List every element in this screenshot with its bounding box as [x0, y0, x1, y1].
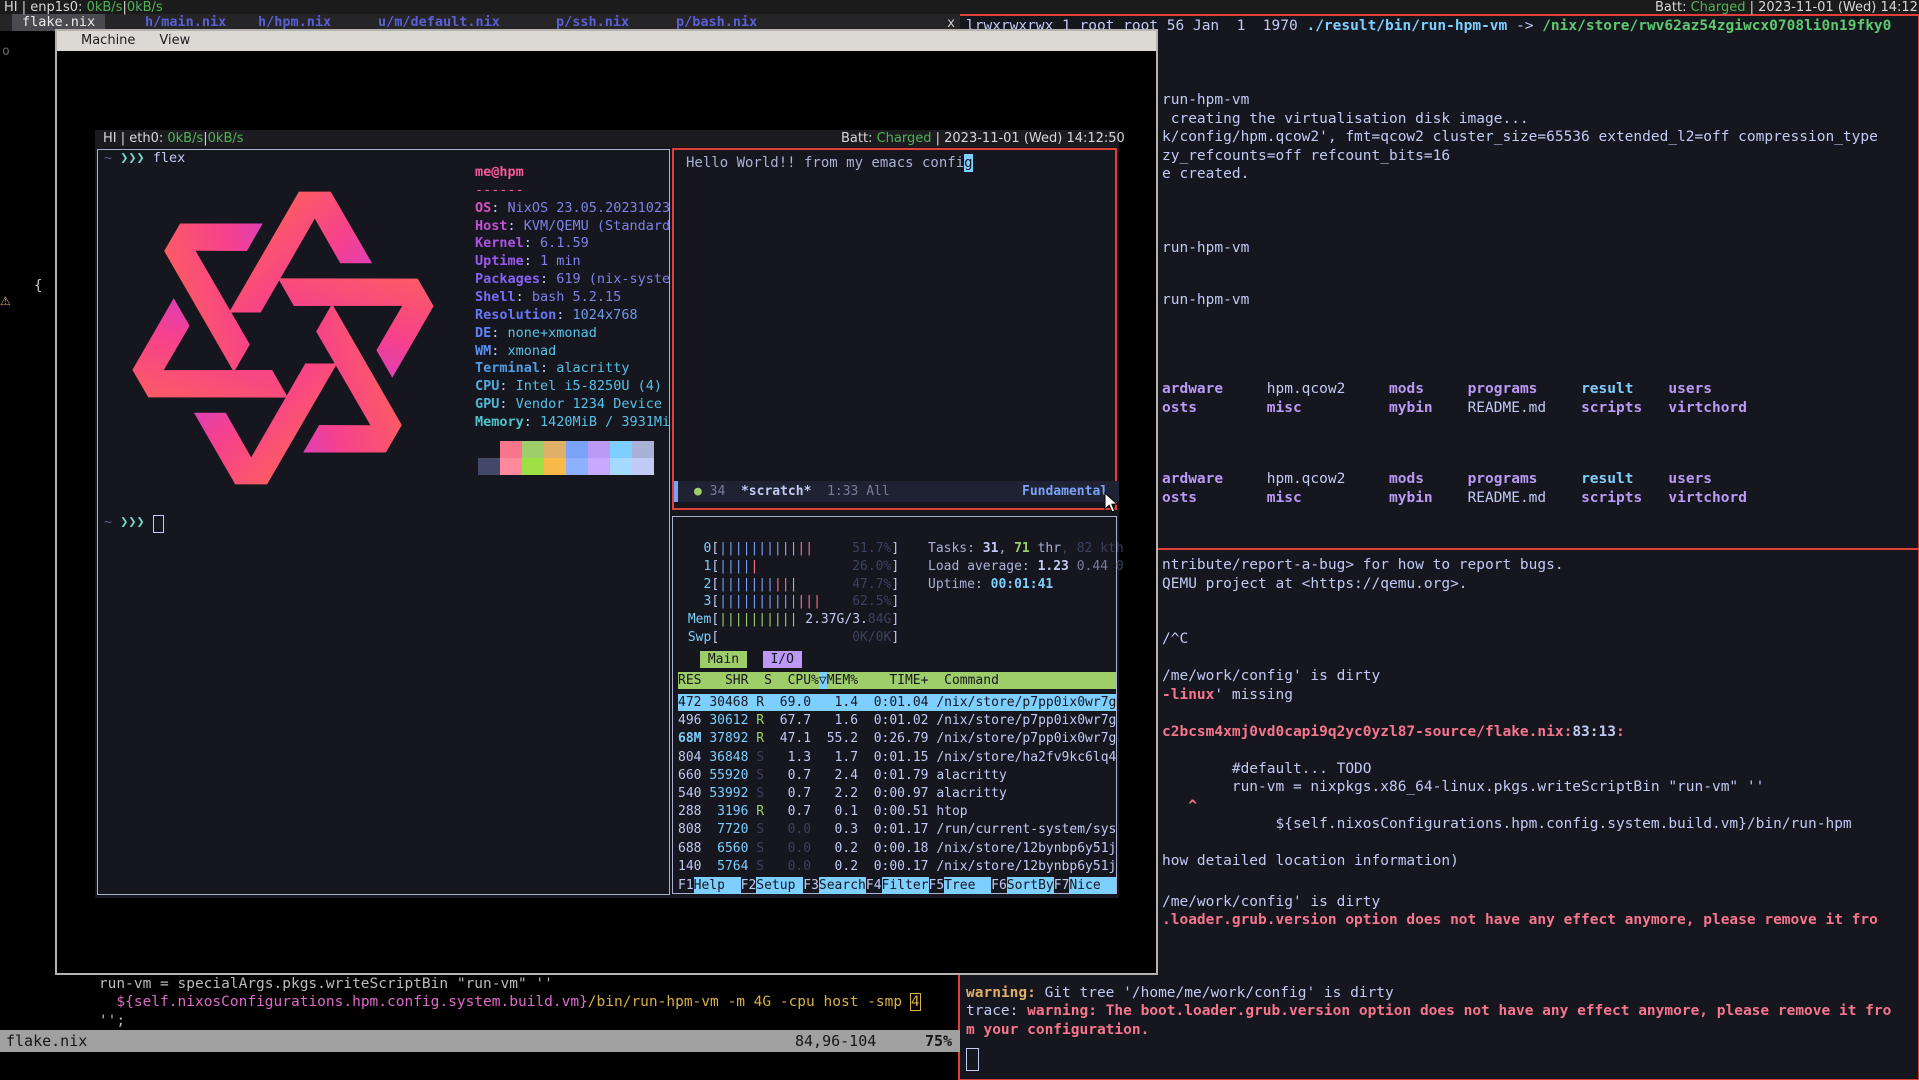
- palette-swatch: [632, 441, 654, 458]
- palette-swatch: [566, 441, 588, 458]
- palette-swatch: [610, 441, 632, 458]
- nixos-logo: [108, 163, 458, 513]
- palette-swatch: [522, 441, 544, 458]
- desktop: flake.nixh/main.nixh/hpm.nixu/m/default.…: [0, 0, 1919, 1080]
- terminal-line: ⚠: [0, 294, 11, 309]
- editor-status-bar: flake.nix 84,96-104 75%: [0, 1030, 960, 1052]
- terminal-line: run-vm = specialArgs.pkgs.writeScriptBin…: [64, 975, 553, 993]
- palette-swatch: [478, 441, 500, 458]
- host-status-bar: [0, 0, 1919, 14]
- palette-swatch: [522, 458, 544, 475]
- statusbar-cursor-position: 84,96-104: [795, 1030, 876, 1052]
- terminal-line: ${self.nixosConfigurations.hpm.config.sy…: [64, 993, 920, 1011]
- vm-screen[interactable]: [95, 130, 1119, 898]
- palette-swatch: [610, 458, 632, 475]
- vm-htop-pane[interactable]: [672, 516, 1117, 894]
- statusbar-filename: flake.nix: [6, 1030, 87, 1052]
- vm-status-bar: [95, 130, 1119, 147]
- palette-swatch: [588, 441, 610, 458]
- view-menu[interactable]: View: [159, 31, 190, 51]
- terminal-line: o: [2, 44, 10, 60]
- palette-swatch: [544, 441, 566, 458]
- palette-swatch: [478, 458, 500, 475]
- vm-emacs-pane[interactable]: [672, 148, 1117, 510]
- palette-swatch: [632, 458, 654, 475]
- palette-swatch: [566, 458, 588, 475]
- palette-swatch: [500, 441, 522, 458]
- statusbar-scroll-percent: 75%: [925, 1030, 952, 1052]
- palette-swatch: [588, 458, 610, 475]
- terminal-color-palette: [478, 441, 654, 475]
- terminal-line: '';: [64, 1012, 125, 1030]
- emacs-modeline: [674, 481, 1119, 502]
- machine-menu[interactable]: Machine: [81, 31, 135, 51]
- qemu-menu-bar: Machine View: [57, 31, 1156, 51]
- palette-swatch: [544, 458, 566, 475]
- palette-swatch: [500, 458, 522, 475]
- mouse-cursor: [1104, 492, 1120, 514]
- terminal-line: {: [34, 278, 42, 296]
